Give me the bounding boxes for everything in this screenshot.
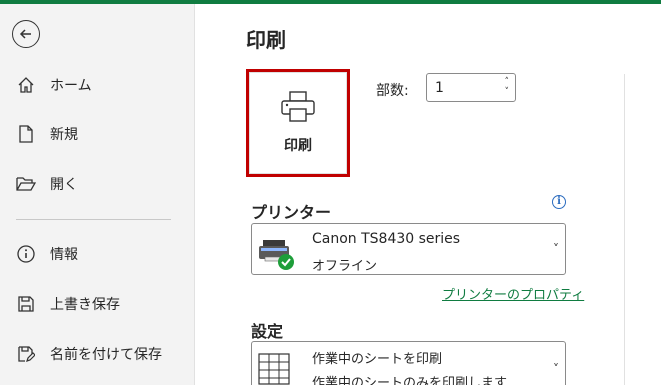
- print-scope-value: 作業中のシートを印刷: [312, 352, 443, 367]
- print-pane: 印刷 印刷 部数: 1 ˄ ˅ プリンター i Canon TS8430 ser…: [196, 4, 661, 385]
- sidebar-item-info[interactable]: 情報: [0, 236, 195, 272]
- copies-label: 部数:: [376, 83, 409, 99]
- copies-value: 1: [435, 80, 444, 96]
- backstage-sidebar: ホーム 新規 開く 情報 上書き保存 名前を付けて保存: [0, 4, 195, 385]
- chevron-down-icon[interactable]: ˅: [505, 87, 510, 97]
- save-icon: [16, 295, 36, 313]
- chevron-down-icon: ˅: [553, 242, 559, 256]
- chevron-up-icon[interactable]: ˄: [505, 77, 510, 87]
- sidebar-item-label: 名前を付けて保存: [50, 347, 162, 363]
- info-icon: [16, 245, 36, 263]
- copies-stepper[interactable]: 1 ˄ ˅: [426, 73, 516, 102]
- folder-open-icon: [16, 176, 36, 192]
- sidebar-item-label: 新規: [50, 127, 78, 143]
- sidebar-item-save[interactable]: 上書き保存: [0, 286, 195, 322]
- printer-properties-link[interactable]: プリンターのプロパティ: [442, 284, 584, 303]
- sidebar-item-label: 情報: [50, 247, 78, 263]
- print-button-label: 印刷: [284, 138, 312, 154]
- home-icon: [16, 76, 36, 94]
- new-document-icon: [16, 125, 36, 143]
- info-icon[interactable]: i: [552, 195, 566, 209]
- sidebar-item-home[interactable]: ホーム: [0, 67, 195, 103]
- sidebar-item-open[interactable]: 開く: [0, 166, 195, 202]
- back-arrow-icon[interactable]: [12, 20, 40, 48]
- page-title: 印刷: [246, 28, 286, 52]
- sidebar-item-save-as[interactable]: 名前を付けて保存: [0, 336, 195, 372]
- printer-select[interactable]: Canon TS8430 series オフライン ˅: [251, 223, 566, 275]
- chevron-down-icon: ˅: [553, 362, 559, 376]
- printer-icon: [280, 91, 316, 127]
- pane-divider: [624, 74, 625, 385]
- print-button[interactable]: 印刷: [246, 69, 350, 177]
- sidebar-item-label: ホーム: [50, 78, 92, 94]
- sidebar-item-label: 開く: [50, 177, 78, 193]
- printer-status: オフライン: [312, 259, 378, 274]
- settings-heading: 設定: [251, 322, 284, 341]
- print-scope-select[interactable]: 作業中のシートを印刷 作業中のシートのみを印刷します ˅: [251, 341, 566, 385]
- sheet-grid-icon: [257, 352, 291, 385]
- printer-name: Canon TS8430 series: [312, 231, 461, 247]
- printer-heading: プリンター: [251, 203, 332, 222]
- sidebar-item-new[interactable]: 新規: [0, 116, 195, 152]
- save-as-icon: [16, 345, 36, 363]
- printer-device-icon: [257, 237, 295, 275]
- spin-buttons[interactable]: ˄ ˅: [505, 77, 510, 97]
- print-scope-description: 作業中のシートのみを印刷します: [312, 376, 508, 385]
- sidebar-item-label: 上書き保存: [50, 297, 120, 313]
- sidebar-divider: [16, 219, 171, 220]
